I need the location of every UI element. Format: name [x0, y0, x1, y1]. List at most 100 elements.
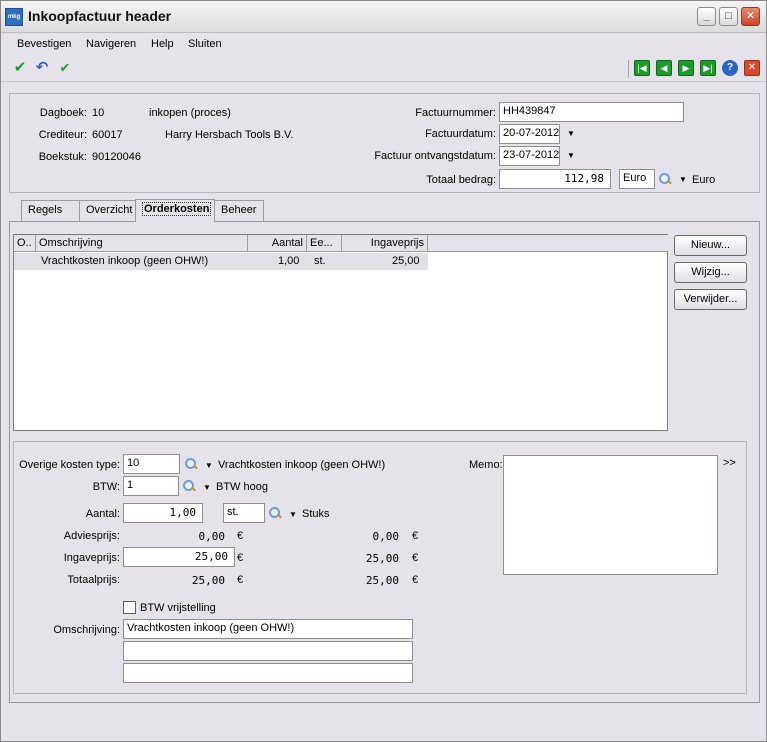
- omschrijving-input-line1[interactable]: Vrachtkosten inkoop (geen OHW!): [123, 619, 413, 639]
- menu-bar: Bevestigen Navigeren Help Sluiten: [1, 34, 766, 56]
- aantal-input[interactable]: 1,00: [123, 503, 203, 523]
- eenheid-input[interactable]: st.: [223, 503, 265, 523]
- ingaveprijs-input[interactable]: 25,00: [123, 547, 235, 567]
- column-header-o[interactable]: O..: [14, 235, 36, 252]
- adviesprijs-currency-alt: €: [412, 530, 419, 542]
- eenheid-search-icon[interactable]: [268, 506, 282, 520]
- toolbar-separator: [628, 60, 629, 78]
- confirm-all-icon[interactable]: ✔: [56, 59, 74, 77]
- kosten-type-description: Vrachtkosten inkoop (geen OHW!): [218, 459, 386, 471]
- undo-icon[interactable]: ↶: [33, 59, 51, 77]
- ingaveprijs-currency-alt: €: [412, 552, 419, 564]
- wijzig-button[interactable]: Wijzig...: [674, 262, 747, 283]
- omschrijving-label: Omschrijving:: [53, 624, 120, 636]
- first-record-icon[interactable]: |◀: [634, 60, 650, 76]
- totaalprijs-value: 25,00: [191, 574, 225, 587]
- boekstuk-value: 90120046: [92, 151, 141, 163]
- row-omschrijving: Vrachtkosten inkoop (geen OHW!): [41, 255, 209, 267]
- crediteur-description: Harry Hersbach Tools B.V.: [165, 129, 294, 141]
- dagboek-label: Dagboek:: [39, 107, 87, 119]
- orderkosten-grid[interactable]: O.. Omschrijving Aantal Ee... Ingaveprij…: [13, 234, 668, 431]
- menu-navigeren[interactable]: Navigeren: [86, 38, 136, 50]
- column-header-filler: [428, 235, 668, 252]
- adviesprijs-value: 0,00: [198, 530, 226, 543]
- eenheid-description: Stuks: [302, 508, 330, 520]
- btw-label: BTW:: [92, 481, 120, 493]
- factuurdatum-dropdown-icon[interactable]: ▼: [567, 129, 575, 138]
- totaalprijs-value-alt: 25,00: [365, 574, 399, 587]
- row-ingaveprijs: 25,00: [392, 255, 420, 267]
- totaal-bedrag-label: Totaal bedrag:: [426, 174, 496, 186]
- menu-bevestigen[interactable]: Bevestigen: [17, 38, 71, 50]
- main-window: mkg Inkoopfactuur header _ □ ✕ Bevestige…: [0, 0, 767, 742]
- minimize-icon[interactable]: _: [697, 7, 716, 26]
- dagboek-description: inkopen (proces): [149, 107, 231, 119]
- valuta-search-icon[interactable]: [658, 172, 672, 186]
- ingaveprijs-value-alt: 25,00: [365, 552, 399, 565]
- nieuw-button[interactable]: Nieuw...: [674, 235, 747, 256]
- column-header-eenheid[interactable]: Ee...: [307, 235, 342, 252]
- btw-dropdown-icon[interactable]: ▼: [203, 483, 211, 492]
- maximize-icon[interactable]: □: [719, 7, 738, 26]
- tab-overzicht[interactable]: Overzicht: [79, 200, 136, 221]
- confirm-checkmark-icon[interactable]: ✔: [11, 59, 29, 77]
- verwijder-button[interactable]: Verwijder...: [674, 289, 747, 310]
- kosten-type-label: Overige kosten type:: [19, 459, 120, 471]
- omschrijving-input-line3[interactable]: [123, 663, 413, 683]
- totaal-bedrag-input[interactable]: 112,98: [499, 169, 611, 189]
- valuta-description: Euro: [692, 174, 716, 186]
- window-title: Inkoopfactuur header: [28, 8, 172, 24]
- omschrijving-input-line2[interactable]: [123, 641, 413, 661]
- column-header-ingaveprijs[interactable]: Ingaveprijs: [342, 235, 428, 252]
- btw-vrijstelling-label: BTW vrijstelling: [140, 602, 216, 614]
- btw-description: BTW hoog: [216, 481, 268, 493]
- menu-sluiten[interactable]: Sluiten: [188, 38, 222, 50]
- row-aantal: 1,00: [278, 255, 300, 267]
- crediteur-label: Crediteur:: [38, 129, 87, 141]
- tab-orderkosten-label: Orderkosten: [142, 202, 212, 216]
- close-icon[interactable]: ✕: [741, 7, 760, 26]
- tab-regels[interactable]: Regels: [21, 200, 80, 221]
- last-record-icon[interactable]: ▶|: [700, 60, 716, 76]
- tab-beheer-label: Beheer: [221, 204, 257, 216]
- factuurdatum-input[interactable]: 20-07-2012: [499, 124, 560, 144]
- aantal-label: Aantal:: [85, 508, 120, 520]
- kosten-type-input[interactable]: 10: [123, 454, 180, 474]
- title-bar: mkg Inkoopfactuur header _ □ ✕: [1, 1, 766, 33]
- kosten-type-search-icon[interactable]: [184, 457, 198, 471]
- eenheid-dropdown-icon[interactable]: ▼: [289, 510, 297, 519]
- ingaveprijs-label: Ingaveprijs:: [63, 552, 120, 564]
- valuta-dropdown-icon[interactable]: ▼: [679, 175, 687, 184]
- tab-beheer[interactable]: Beheer: [214, 200, 264, 221]
- btw-vrijstelling-checkbox[interactable]: [123, 601, 136, 614]
- btw-search-icon[interactable]: [182, 479, 196, 493]
- tab-regels-label: Regels: [28, 204, 63, 216]
- memo-expand-button[interactable]: >>: [723, 457, 736, 469]
- help-icon[interactable]: ?: [722, 60, 738, 76]
- menu-help[interactable]: Help: [151, 38, 174, 50]
- factuurdatum-label: Factuurdatum:: [425, 128, 496, 140]
- kosten-type-dropdown-icon[interactable]: ▼: [205, 461, 213, 470]
- totaalprijs-currency-alt: €: [412, 574, 419, 586]
- column-header-aantal[interactable]: Aantal: [248, 235, 307, 252]
- close-form-icon[interactable]: ✕: [744, 60, 760, 76]
- previous-record-icon[interactable]: ◀: [656, 60, 672, 76]
- memo-textarea[interactable]: [503, 455, 718, 575]
- row-eenheid: st.: [314, 255, 326, 267]
- next-record-icon[interactable]: ▶: [678, 60, 694, 76]
- tab-orderkosten[interactable]: Orderkosten: [135, 199, 215, 222]
- crediteur-value: 60017: [92, 129, 123, 141]
- column-header-omschrijving[interactable]: Omschrijving: [36, 235, 248, 252]
- ontvangstdatum-input[interactable]: 23-07-2012: [499, 146, 560, 166]
- totaalprijs-currency: €: [237, 574, 244, 586]
- factuurnummer-input[interactable]: HH439847: [499, 102, 684, 122]
- toolbar: ✔ ↶ ✔ |◀ ◀ ▶ ▶| ? ✕: [1, 56, 766, 82]
- tab-overzicht-label: Overzicht: [86, 204, 133, 216]
- btw-input[interactable]: 1: [123, 476, 179, 496]
- table-row[interactable]: Vrachtkosten inkoop (geen OHW!) 1,00 st.…: [14, 253, 428, 270]
- memo-label: Memo:: [469, 459, 503, 471]
- adviesprijs-currency: €: [237, 530, 244, 542]
- dagboek-value: 10: [92, 107, 105, 119]
- ontvangstdatum-dropdown-icon[interactable]: ▼: [567, 151, 575, 160]
- valuta-input[interactable]: Euro: [619, 169, 655, 189]
